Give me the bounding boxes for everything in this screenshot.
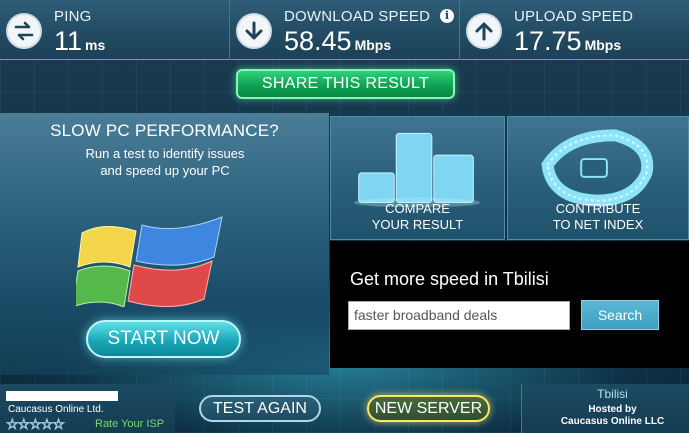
info-icon[interactable]: i xyxy=(440,9,454,23)
promo-line-2: and speed up your PC xyxy=(100,163,230,178)
windows-logo-icon xyxy=(76,216,223,307)
upload-number: 17.75 xyxy=(514,26,582,56)
download-value: 58.45 Mbps xyxy=(284,26,391,57)
upload-stat: UPLOAD SPEED 17.75 Mbps xyxy=(460,0,689,60)
contribute-line-2: TO NET INDEX xyxy=(552,217,644,232)
rate-isp-link[interactable]: Rate Your ISP xyxy=(95,418,164,430)
ping-value: 11 ms xyxy=(54,26,105,57)
compare-result-tile[interactable]: COMPARE YOUR RESULT xyxy=(330,116,505,240)
up-arrow-icon xyxy=(466,13,502,49)
promo-description: Run a test to identify issues and speed … xyxy=(60,145,270,179)
isp-info: Caucasus Online Ltd. ☆☆☆☆☆ Rate Your ISP xyxy=(0,384,175,433)
net-index-icon xyxy=(541,129,654,207)
upload-value: 17.75 Mbps xyxy=(514,26,621,57)
contribute-tile[interactable]: CONTRIBUTE TO NET INDEX xyxy=(507,116,689,240)
share-result-button[interactable]: SHARE THIS RESULT xyxy=(236,69,455,99)
download-label: DOWNLOAD SPEED xyxy=(284,8,431,25)
server-info: Tbilisi Hosted by Caucasus Online LLC xyxy=(521,384,689,433)
ping-stat: PING 11 ms xyxy=(0,0,230,60)
compare-line-2: YOUR RESULT xyxy=(371,217,464,232)
down-arrow-icon xyxy=(236,13,272,49)
bar-chart-icon xyxy=(353,132,481,207)
download-number: 58.45 xyxy=(284,26,352,56)
start-now-button[interactable]: START NOW xyxy=(86,320,241,358)
broadband-search-input[interactable]: faster broadband deals xyxy=(348,301,570,330)
compare-line-1: COMPARE xyxy=(385,201,450,216)
ping-number: 11 xyxy=(54,26,83,56)
stats-bar: PING 11 ms DOWNLOAD SPEED i 58.45 Mbps UPL… xyxy=(0,0,689,60)
ad-title: Get more speed in Tbilisi xyxy=(350,269,549,289)
ping-label: PING xyxy=(54,8,92,25)
hosted-by-label: Hosted by xyxy=(588,404,637,415)
contribute-label: CONTRIBUTE TO NET INDEX xyxy=(508,201,688,233)
host-name: Caucasus Online LLC xyxy=(560,416,665,427)
isp-name: Caucasus Online Ltd. xyxy=(8,404,104,415)
download-unit: Mbps xyxy=(354,37,392,53)
isp-rating-stars[interactable]: ☆☆☆☆☆ xyxy=(6,416,66,433)
search-button[interactable]: Search xyxy=(581,300,659,330)
redacted-ip-bar xyxy=(6,391,118,401)
server-city: Tbilisi xyxy=(597,387,628,401)
ping-unit: ms xyxy=(85,37,106,53)
pc-performance-promo: SLOW PC PERFORMANCE? Run a test to ident… xyxy=(0,113,329,375)
server-host: Hosted by Caucasus Online LLC xyxy=(522,404,689,428)
promo-line-1: Run a test to identify issues xyxy=(85,146,245,161)
speed-ad-box: Get more speed in Tbilisi faster broadba… xyxy=(330,241,689,368)
compare-label: COMPARE YOUR RESULT xyxy=(331,201,504,233)
contribute-line-1: CONTRIBUTE xyxy=(555,201,641,216)
new-server-button[interactable]: NEW SERVER xyxy=(367,395,490,422)
exchange-arrows-icon xyxy=(6,13,42,49)
speedtest-app: PING 11 ms DOWNLOAD SPEED i 58.45 Mbps UPL… xyxy=(0,0,689,433)
upload-unit: Mbps xyxy=(584,37,622,53)
upload-label: UPLOAD SPEED xyxy=(514,8,634,25)
promo-title: SLOW PC PERFORMANCE? xyxy=(50,121,279,140)
download-stat: DOWNLOAD SPEED i 58.45 Mbps xyxy=(230,0,460,60)
test-again-button[interactable]: TEST AGAIN xyxy=(199,395,321,422)
